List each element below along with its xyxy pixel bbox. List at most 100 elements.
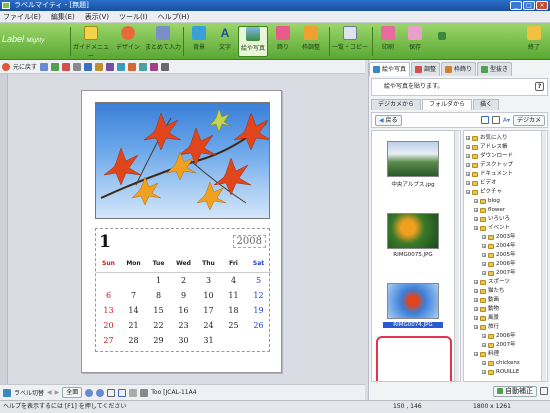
expand-icon[interactable]: + [482, 253, 486, 258]
exit-button[interactable]: 終了 [522, 26, 546, 57]
fit-page-button[interactable]: 全面 [62, 387, 83, 398]
text-button[interactable]: A 文字 [214, 26, 236, 57]
thumbnail-item[interactable]: RIMG0075.JPG [383, 213, 443, 258]
expand-icon[interactable]: + [482, 244, 486, 249]
guide-menu-button[interactable]: ガイドメニュー [73, 26, 109, 60]
tree-folder-item[interactable]: + chickens [482, 359, 520, 367]
frame-adjust-button[interactable]: 枠調整 [297, 26, 325, 57]
menu-file[interactable]: ファイル(E) [3, 11, 41, 22]
tree-scrollbar[interactable] [541, 131, 546, 381]
tree-folder-item[interactable]: + アドレス帳 [466, 143, 508, 151]
tab-cutout[interactable]: 型抜き [477, 62, 513, 76]
expand-icon[interactable]: + [466, 145, 470, 150]
tree-folder-item[interactable]: + 旅行 [474, 323, 499, 331]
tree-folder-item[interactable]: + 料理 [474, 350, 499, 358]
expand-icon[interactable]: + [482, 235, 486, 240]
expand-icon[interactable]: + [474, 217, 478, 222]
expand-icon[interactable]: + [474, 352, 478, 357]
tree-folder-item[interactable]: + 風景 [474, 314, 499, 322]
tree-folder-item[interactable]: +2007年 [482, 341, 516, 349]
tool-icon-6[interactable] [95, 62, 104, 71]
minimize-button[interactable]: _ [510, 1, 522, 10]
tool-icon-4[interactable] [73, 62, 82, 71]
expand-icon[interactable]: + [474, 280, 478, 285]
expand-icon[interactable]: + [482, 271, 486, 276]
tool-icon-5[interactable] [84, 62, 93, 71]
expand-icon[interactable]: + [474, 199, 478, 204]
back-button[interactable]: ◀ 戻る [375, 114, 402, 126]
tree-folder-item[interactable]: + スポーツ [474, 278, 510, 286]
tool-icon-12[interactable] [161, 62, 170, 71]
label-switch[interactable]: ラベル切替 [14, 388, 44, 397]
tool-icon-1[interactable] [40, 62, 49, 71]
digicam-button[interactable]: デジカメ [512, 114, 545, 126]
list-copy-button[interactable]: 一覧・コピー [332, 26, 368, 57]
extra-button[interactable] [435, 26, 449, 57]
tree-folder-item[interactable]: + ビデオ [466, 179, 497, 187]
menu-edit[interactable]: 編集(E) [51, 11, 75, 22]
expand-icon[interactable]: + [482, 334, 486, 339]
picture-button[interactable]: 絵や写真 [238, 26, 268, 57]
tool-icon-2[interactable] [51, 62, 60, 71]
expand-icon[interactable]: + [482, 262, 486, 267]
tree-folder-item[interactable]: + ダウンロード [466, 152, 513, 160]
tool-icon-11[interactable] [150, 62, 159, 71]
expand-icon[interactable]: + [482, 361, 486, 366]
expand-icon[interactable]: + [474, 298, 478, 303]
expand-icon[interactable]: + [466, 163, 470, 168]
tree-folder-item[interactable]: + いろいろ [474, 215, 510, 223]
label-switch-icon[interactable] [3, 388, 11, 397]
tree-folder-item[interactable]: + 動物 [474, 305, 499, 313]
tree-folder-item[interactable]: + 猫たち [474, 287, 505, 295]
expand-icon[interactable]: + [474, 226, 478, 231]
tab-adjust[interactable]: 調整 [411, 62, 441, 76]
thumbnail-view-icon[interactable] [480, 116, 489, 124]
menu-tools[interactable]: ツール(I) [119, 11, 148, 22]
design-button[interactable]: デザイン [113, 26, 143, 57]
label-page[interactable]: 1 2008 Sun Mon Tue Wed Thu Fri Sat 12345… [81, 90, 282, 373]
menu-help[interactable]: ヘルプ(H) [158, 11, 190, 22]
expand-icon[interactable]: + [474, 208, 478, 213]
maximize-button[interactable]: □ [523, 1, 535, 10]
sort-icon[interactable]: A▾ [503, 117, 510, 124]
expand-icon[interactable]: + [466, 136, 470, 141]
expand-icon[interactable]: + [466, 190, 470, 195]
tool-icon-9[interactable] [128, 62, 137, 71]
expand-icon[interactable]: + [474, 289, 478, 294]
list-view-icon[interactable] [491, 116, 500, 124]
tree-folder-item[interactable]: + イベント [474, 224, 510, 232]
photo-maple-leaves[interactable] [95, 102, 270, 219]
close-button[interactable]: × [536, 1, 548, 10]
tree-folder-item[interactable]: + デスクトップ [466, 161, 513, 169]
page-view-icon[interactable] [118, 388, 127, 397]
calendar-block[interactable]: 1 2008 Sun Mon Tue Wed Thu Fri Sat 12345… [95, 228, 271, 352]
tab-picture[interactable]: 絵や写真 [369, 62, 411, 76]
tool-icon-8[interactable] [117, 62, 126, 71]
decoration-button[interactable]: 飾り [272, 26, 294, 57]
expand-icon[interactable]: + [466, 172, 470, 177]
tree-folder-item[interactable]: +2007年 [482, 269, 516, 277]
tree-folder-item[interactable]: + flower [474, 206, 505, 214]
expand-icon[interactable]: + [466, 154, 470, 159]
background-button[interactable]: 背景 [188, 26, 210, 57]
save-button[interactable]: 保存 [404, 26, 426, 57]
tree-folder-item[interactable]: + ROUILLE [482, 368, 519, 376]
grid-icon[interactable] [129, 388, 138, 397]
prev-arrow-icon[interactable]: ◀ [47, 389, 52, 396]
tab-frame-decoration[interactable]: 枠飾り [441, 62, 477, 76]
expand-icon[interactable]: + [474, 325, 478, 330]
tab-draw[interactable]: 描く [473, 99, 500, 110]
batch-input-button[interactable]: まとめて入力 [145, 26, 181, 57]
thumbnail-scrollbar[interactable] [454, 131, 459, 381]
expand-icon[interactable]: + [466, 181, 470, 186]
expand-icon[interactable]: + [474, 316, 478, 321]
auto-correct-button[interactable]: 自動補正 [493, 385, 537, 397]
view-mode-icon[interactable] [107, 388, 116, 397]
thumbnail-item[interactable]: RIMG0074.JPG [383, 283, 443, 328]
panel-option-icon[interactable] [540, 387, 548, 395]
print-button[interactable]: 印刷 [377, 26, 399, 57]
zoom-out-icon[interactable] [96, 388, 105, 397]
tab-from-folder[interactable]: フォルダから [422, 99, 473, 110]
tree-folder-item[interactable]: +2005年 [482, 251, 516, 259]
expand-icon[interactable]: + [482, 370, 486, 375]
